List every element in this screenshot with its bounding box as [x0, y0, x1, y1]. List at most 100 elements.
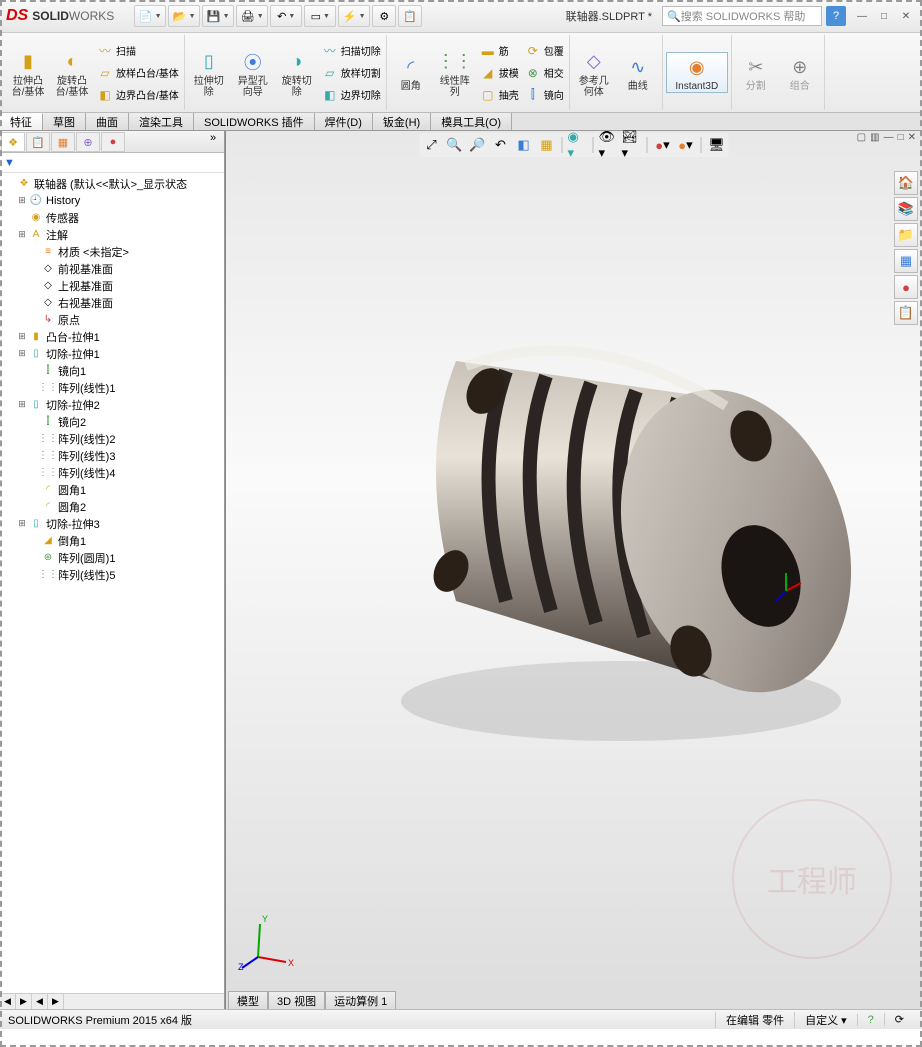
- fillet-button[interactable]: ◜圆角: [390, 53, 432, 92]
- linear-pattern-button[interactable]: ⋮⋮线性阵列: [434, 48, 476, 98]
- tree-right-plane[interactable]: ◇右视基准面: [0, 294, 224, 311]
- select-button[interactable]: ▭▼: [304, 5, 336, 27]
- instant3d-button[interactable]: ◉Instant3D: [666, 52, 728, 93]
- scroll-left2[interactable]: ◀: [32, 994, 48, 1009]
- vp-max-icon[interactable]: □: [898, 132, 904, 143]
- tree-item[interactable]: ⋮⋮阵列(线性)4: [0, 464, 224, 481]
- scroll-right[interactable]: ▶: [16, 994, 32, 1009]
- status-custom[interactable]: 自定义 ▾: [794, 1012, 857, 1028]
- ref-geom-button[interactable]: ◇参考几何体: [573, 48, 615, 98]
- tab-model[interactable]: 模型: [228, 991, 268, 1009]
- tree-annotations[interactable]: ⊞A注解: [0, 226, 224, 243]
- options-button[interactable]: ⚙: [372, 5, 396, 27]
- library-icon[interactable]: 📚: [894, 197, 918, 221]
- tree-item[interactable]: ⫿镜向2: [0, 413, 224, 430]
- loft-cut-button[interactable]: ▱放样切割: [320, 63, 383, 83]
- intersect-button[interactable]: ⊗相交: [523, 63, 566, 83]
- tree-tab-dim[interactable]: ⊕: [76, 132, 100, 152]
- display-style-icon[interactable]: ◉ ▾: [568, 135, 588, 155]
- sweep-cut-button[interactable]: 〰扫描切除: [320, 41, 383, 61]
- view-palette-icon[interactable]: ▦: [894, 249, 918, 273]
- status-rebuild-icon[interactable]: ⟳: [884, 1013, 914, 1026]
- tree-tab-appearance[interactable]: ●: [101, 132, 125, 152]
- tree-root[interactable]: ❖联轴器 (默认<<默认>_显示状态: [0, 175, 224, 192]
- help-button[interactable]: ?: [826, 6, 846, 26]
- prev-view-icon[interactable]: ↶: [491, 135, 511, 155]
- tab-sketch[interactable]: 草图: [43, 113, 86, 130]
- tree-item[interactable]: ⊞▯切除-拉伸1: [0, 345, 224, 362]
- tree-item[interactable]: ⊛阵列(圆周)1: [0, 549, 224, 566]
- extrude-boss-button[interactable]: ▮拉伸凸台/基体: [7, 48, 49, 98]
- hide-show-icon[interactable]: 👁 ▾: [599, 135, 619, 155]
- shell-button[interactable]: ▢抽壳: [478, 85, 521, 105]
- home-icon[interactable]: 🏠: [894, 171, 918, 195]
- zoom-area-icon[interactable]: 🔎: [468, 135, 488, 155]
- tree-expand-button[interactable]: »: [203, 132, 223, 151]
- zoom-fit-icon[interactable]: ⤢: [422, 135, 442, 155]
- hole-wizard-button[interactable]: ⦿异型孔向导: [232, 48, 274, 98]
- save-button[interactable]: 💾▼: [202, 5, 234, 27]
- tree-origin[interactable]: ↳原点: [0, 311, 224, 328]
- tree-item[interactable]: ◜圆角1: [0, 481, 224, 498]
- tree-item[interactable]: ⊞▯切除-拉伸2: [0, 396, 224, 413]
- tab-sheetmetal[interactable]: 钣金(H): [373, 113, 431, 130]
- section-icon[interactable]: ◧: [514, 135, 534, 155]
- boundary-button[interactable]: ◧边界凸台/基体: [95, 85, 181, 105]
- tab-3dview[interactable]: 3D 视图: [268, 991, 325, 1009]
- status-help-icon[interactable]: ?: [857, 1014, 884, 1026]
- tree-tab-feature[interactable]: ❖: [1, 132, 25, 152]
- tree-history[interactable]: ⊞🕘History: [0, 192, 224, 209]
- appearance2-icon[interactable]: ●: [894, 275, 918, 299]
- tab-render[interactable]: 渲染工具: [129, 113, 194, 130]
- split-button[interactable]: ✂分割: [735, 53, 777, 92]
- tab-surfaces[interactable]: 曲面: [86, 113, 129, 130]
- custom-props-icon[interactable]: 📋: [894, 301, 918, 325]
- close-button[interactable]: ✕: [896, 8, 916, 24]
- combine-button[interactable]: ⊕组合: [779, 53, 821, 92]
- maximize-button[interactable]: □: [874, 8, 894, 24]
- print-button[interactable]: 🖨▼: [236, 5, 268, 27]
- options2-button[interactable]: 📋: [398, 5, 422, 27]
- search-input[interactable]: 🔍 搜索 SOLIDWORKS 帮助: [662, 6, 822, 26]
- tree-item[interactable]: ⫿镜向1: [0, 362, 224, 379]
- tree-item[interactable]: ⋮⋮阵列(线性)3: [0, 447, 224, 464]
- view-orient-icon[interactable]: ▦: [537, 135, 557, 155]
- boundary-cut-button[interactable]: ◧边界切除: [320, 85, 383, 105]
- curves-button[interactable]: ∿曲线: [617, 53, 659, 92]
- tree-front-plane[interactable]: ◇前视基准面: [0, 260, 224, 277]
- rib-button[interactable]: ▬筋: [478, 41, 521, 61]
- tree-item[interactable]: ⊞▮凸台-拉伸1: [0, 328, 224, 345]
- scroll-left[interactable]: ◀: [0, 994, 16, 1009]
- 3d-viewport[interactable]: ⤢ 🔍 🔎 ↶ ◧ ▦ ◉ ▾ 👁 ▾ 🏞 ▾ ● ▾ ● ▾ 🖥 ▢ ▥ — …: [225, 131, 922, 1009]
- new-button[interactable]: 📄▼: [134, 5, 166, 27]
- tree-item[interactable]: ⋮⋮阵列(线性)5: [0, 566, 224, 583]
- zoom-icon[interactable]: 🔍: [445, 135, 465, 155]
- revolve-boss-button[interactable]: ◐旋转凸台/基体: [51, 48, 93, 98]
- tree-item[interactable]: ⋮⋮阵列(线性)1: [0, 379, 224, 396]
- rebuild-button[interactable]: ⚡▼: [338, 5, 370, 27]
- decal-icon[interactable]: ● ▾: [676, 135, 696, 155]
- tree-tab-property[interactable]: 📋: [26, 132, 50, 152]
- vp-new-icon[interactable]: ▢: [857, 132, 866, 143]
- sweep-button[interactable]: 〰扫描: [95, 41, 181, 61]
- tree-sensors[interactable]: ◉传感器: [0, 209, 224, 226]
- tab-weldments[interactable]: 焊件(D): [315, 113, 373, 130]
- minimize-button[interactable]: —: [852, 8, 872, 24]
- tree-item[interactable]: ⋮⋮阵列(线性)2: [0, 430, 224, 447]
- vp-close-icon[interactable]: ✕: [908, 132, 916, 143]
- revolve-cut-button[interactable]: ◑旋转切除: [276, 48, 318, 98]
- wrap-button[interactable]: ⟳包覆: [523, 41, 566, 61]
- tree-tab-config[interactable]: ▦: [51, 132, 75, 152]
- tab-addins[interactable]: SOLIDWORKS 插件: [194, 113, 315, 130]
- vp-split-icon[interactable]: ▥: [870, 132, 879, 143]
- tree-item[interactable]: ◢倒角1: [0, 532, 224, 549]
- tree-item[interactable]: ⊞▯切除-拉伸3: [0, 515, 224, 532]
- mirror-button[interactable]: ⫿镜向: [523, 85, 566, 105]
- loft-button[interactable]: ▱放样凸台/基体: [95, 63, 181, 83]
- undo-button[interactable]: ↶▼: [270, 5, 302, 27]
- tree-material[interactable]: ≡材质 <未指定>: [0, 243, 224, 260]
- vp-min-icon[interactable]: —: [884, 132, 894, 143]
- open-button[interactable]: 📂▼: [168, 5, 200, 27]
- tree-item[interactable]: ◜圆角2: [0, 498, 224, 515]
- scroll-right2[interactable]: ▶: [48, 994, 64, 1009]
